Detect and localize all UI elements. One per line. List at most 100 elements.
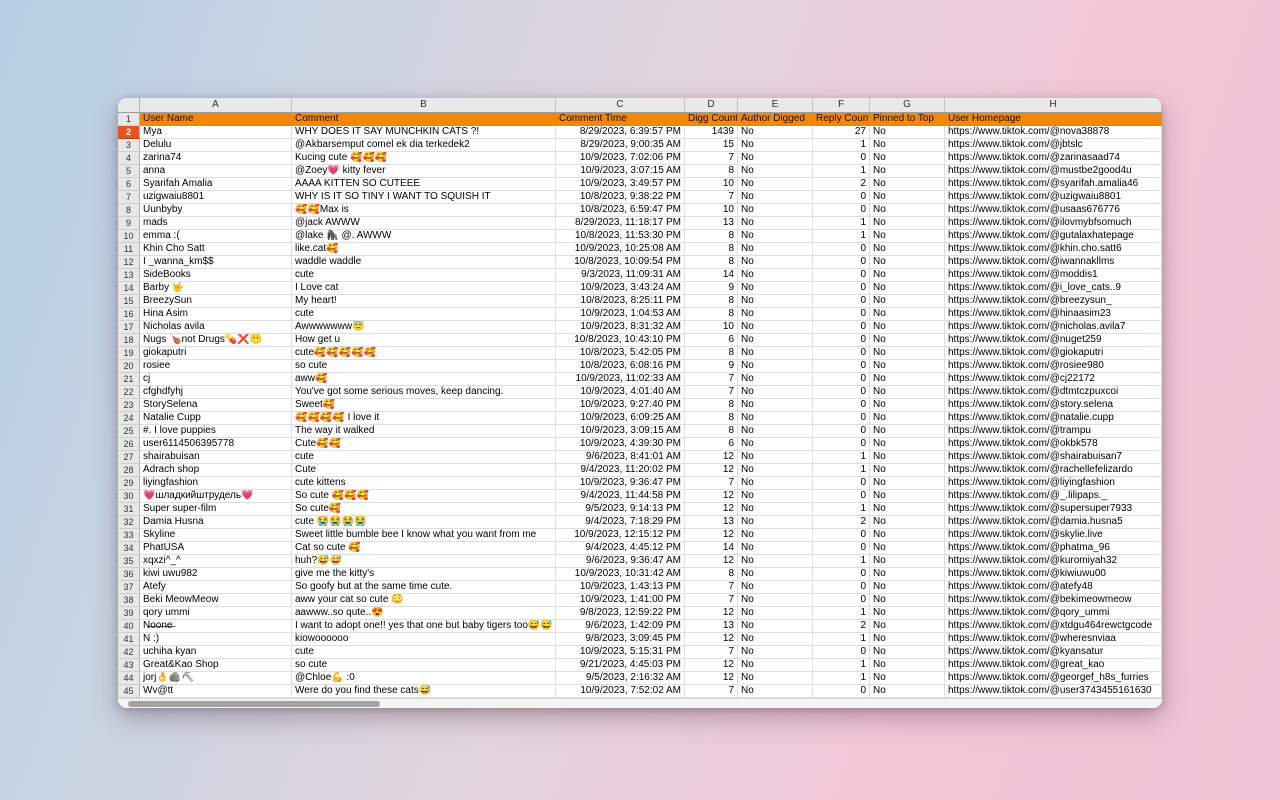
cell[interactable]: 🥰🥰Max is [292,204,556,217]
cell[interactable]: Adrach shop [140,464,292,477]
row-number[interactable]: 39 [118,607,140,620]
cell[interactable]: Atefy [140,581,292,594]
cell[interactable]: https://www.tiktok.com/@i_love_cats..9 [945,282,1162,295]
row-number[interactable]: 26 [118,438,140,451]
cell[interactable]: cfghdfyhj [140,386,292,399]
cell[interactable]: huh?😅😅 [292,555,556,568]
cell[interactable]: 12 [685,555,738,568]
cell[interactable]: uzigwaiu8801 [140,191,292,204]
cell[interactable]: 9/5/2023, 9:14:13 PM [556,503,685,516]
cell[interactable]: 0 [813,282,870,295]
cell[interactable]: 9/4/2023, 7:18:29 PM [556,516,685,529]
select-all-corner[interactable] [118,98,140,112]
cell[interactable]: No [870,542,945,555]
cell[interactable]: No [738,282,813,295]
column-header-c[interactable]: C [556,98,685,112]
cell[interactable]: Delulu [140,139,292,152]
cell[interactable]: 8 [685,399,738,412]
cell[interactable]: https://www.tiktok.com/@mustbe2good4u [945,165,1162,178]
cell[interactable]: https://www.tiktok.com/@gutalaxhatepage [945,230,1162,243]
cell[interactable]: No [870,464,945,477]
cell[interactable]: 13 [685,516,738,529]
cell[interactable]: No [738,451,813,464]
row-number[interactable]: 21 [118,373,140,386]
cell[interactable]: so cute [292,360,556,373]
cell[interactable]: 9/3/2023, 11:09:31 AM [556,269,685,282]
cell[interactable]: No [738,386,813,399]
cell[interactable]: 10/9/2023, 7:52:02 AM [556,685,685,698]
cell[interactable]: 6 [685,438,738,451]
cell[interactable]: https://www.tiktok.com/@khin.cho.satt6 [945,243,1162,256]
cell[interactable]: Nicholas avila [140,321,292,334]
cell[interactable]: 8/29/2023, 11:18:17 PM [556,217,685,230]
cell[interactable]: 10/8/2023, 8:25:11 PM [556,295,685,308]
cell[interactable]: 10/9/2023, 3:09:15 AM [556,425,685,438]
row-number[interactable]: 33 [118,529,140,542]
cell[interactable]: No [738,412,813,425]
cell[interactable]: cute [292,451,556,464]
cell[interactable]: 7 [685,581,738,594]
cell[interactable]: https://www.tiktok.com/@supersuper7933 [945,503,1162,516]
cell[interactable]: 13 [685,217,738,230]
cell[interactable]: No [870,438,945,451]
cell[interactable]: No [738,490,813,503]
cell[interactable]: 10/9/2023, 4:01:40 AM [556,386,685,399]
cell[interactable]: uchiha kyan [140,646,292,659]
cell[interactable]: https://www.tiktok.com/@zarinasaad74 [945,152,1162,165]
cell[interactable]: Uunbyby [140,204,292,217]
cell[interactable]: Great&Kao Shop [140,659,292,672]
cell[interactable]: https://www.tiktok.com/@user374345516163… [945,685,1162,698]
cell[interactable]: Kucing cute 🥰🥰🥰 [292,152,556,165]
cell[interactable]: 1 [813,503,870,516]
cell[interactable]: 2 [813,516,870,529]
cell[interactable]: No [738,334,813,347]
cell[interactable]: 8/29/2023, 6:39:57 PM [556,126,685,139]
cell[interactable]: https://www.tiktok.com/@damia.husna5 [945,516,1162,529]
cell[interactable]: https://www.tiktok.com/@shairabuisan7 [945,451,1162,464]
row-number[interactable]: 34 [118,542,140,555]
row-number[interactable]: 4 [118,152,140,165]
cell[interactable]: https://www.tiktok.com/@georgef_h8s_furr… [945,672,1162,685]
cell[interactable]: emma :( [140,230,292,243]
cell[interactable]: giokaputri [140,347,292,360]
cell[interactable]: https://www.tiktok.com/@kuromiyah32 [945,555,1162,568]
cell[interactable]: BreezySun [140,295,292,308]
cell[interactable]: 12 [685,529,738,542]
cell[interactable]: 8 [685,165,738,178]
cell[interactable]: https://www.tiktok.com/@iwannakllms [945,256,1162,269]
cell[interactable]: 1 [813,555,870,568]
cell[interactable]: No [870,659,945,672]
cell[interactable]: 6 [685,334,738,347]
row-number[interactable]: 44 [118,672,140,685]
cell[interactable]: No [738,477,813,490]
cell[interactable]: Khin Cho Satt [140,243,292,256]
cell[interactable]: 9/6/2023, 9:36:47 AM [556,555,685,568]
cell[interactable]: 0 [813,685,870,698]
cell[interactable]: How get u [292,334,556,347]
cell[interactable]: 7 [685,152,738,165]
row-number[interactable]: 11 [118,243,140,256]
cell[interactable]: 0 [813,477,870,490]
cell[interactable]: No [738,659,813,672]
cell[interactable]: 1 [813,672,870,685]
cell[interactable]: No [870,295,945,308]
cell[interactable]: No [738,256,813,269]
cell[interactable]: 13 [685,620,738,633]
cell[interactable]: 10/9/2023, 9:36:47 PM [556,477,685,490]
cell[interactable]: 10/9/2023, 1:43:13 PM [556,581,685,594]
cell[interactable]: Cute [292,464,556,477]
cell[interactable]: Sweet little bumble bee I know what you … [292,529,556,542]
column-title-cell[interactable]: Reply Count [813,113,870,126]
cell[interactable]: So cute🥰 [292,503,556,516]
cell[interactable]: 0 [813,243,870,256]
cell[interactable]: 0 [813,269,870,282]
cell[interactable]: 10 [685,178,738,191]
cell[interactable]: No [870,581,945,594]
column-title-cell[interactable]: Digg Count [685,113,738,126]
cell[interactable]: 10/9/2023, 4:39:30 PM [556,438,685,451]
cell[interactable]: https://www.tiktok.com/@nicholas.avila7 [945,321,1162,334]
cell[interactable]: 10/9/2023, 6:09:25 AM [556,412,685,425]
cell[interactable]: 🥰🥰🥰🥰 I love it [292,412,556,425]
cell[interactable]: 10/9/2023, 3:49:57 PM [556,178,685,191]
cell[interactable]: 7 [685,594,738,607]
